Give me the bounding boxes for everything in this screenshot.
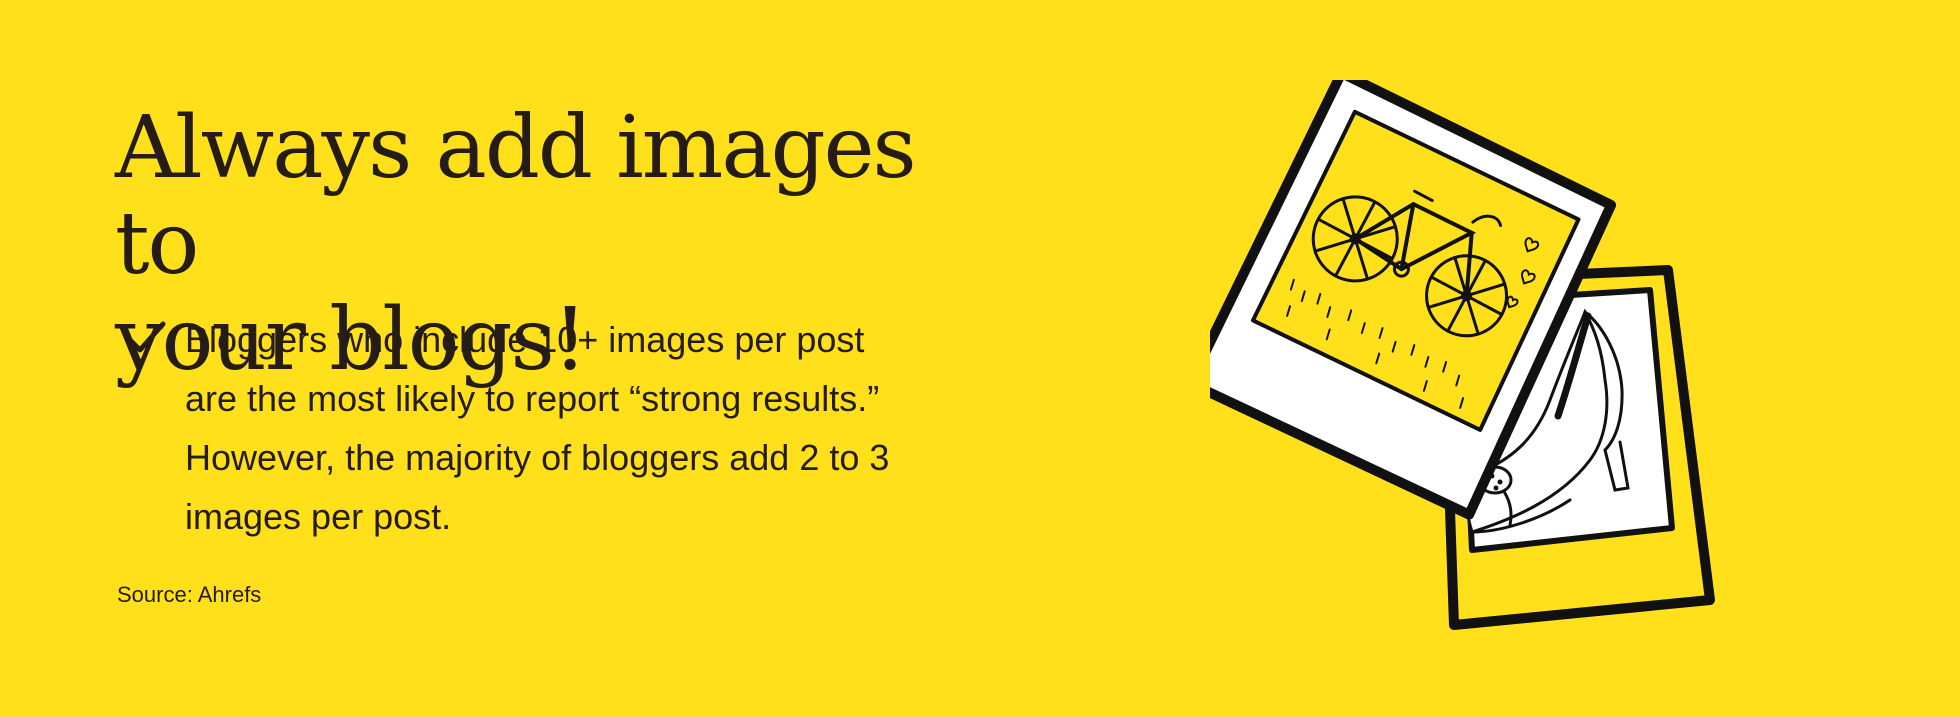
stat-line-1: Bloggers who include 10+ images per post [185, 319, 865, 360]
stat-line-3: However, the majority of bloggers add 2 … [185, 437, 890, 478]
stat-text: Bloggers who include 10+ images per post… [185, 310, 889, 546]
stat-line-2: are the most likely to report “strong re… [185, 378, 880, 419]
promo-banner: Always add images to your blogs! Blogger… [0, 0, 1960, 717]
stat-callout: Bloggers who include 10+ images per post… [125, 310, 1025, 546]
stat-line-4: images per post. [185, 496, 452, 537]
polaroid-photos-icon [1210, 80, 1715, 630]
check-icon [126, 321, 166, 353]
source-note: Source: Ahrefs [117, 582, 262, 607]
headline-line-1: Always add images to [115, 98, 917, 294]
